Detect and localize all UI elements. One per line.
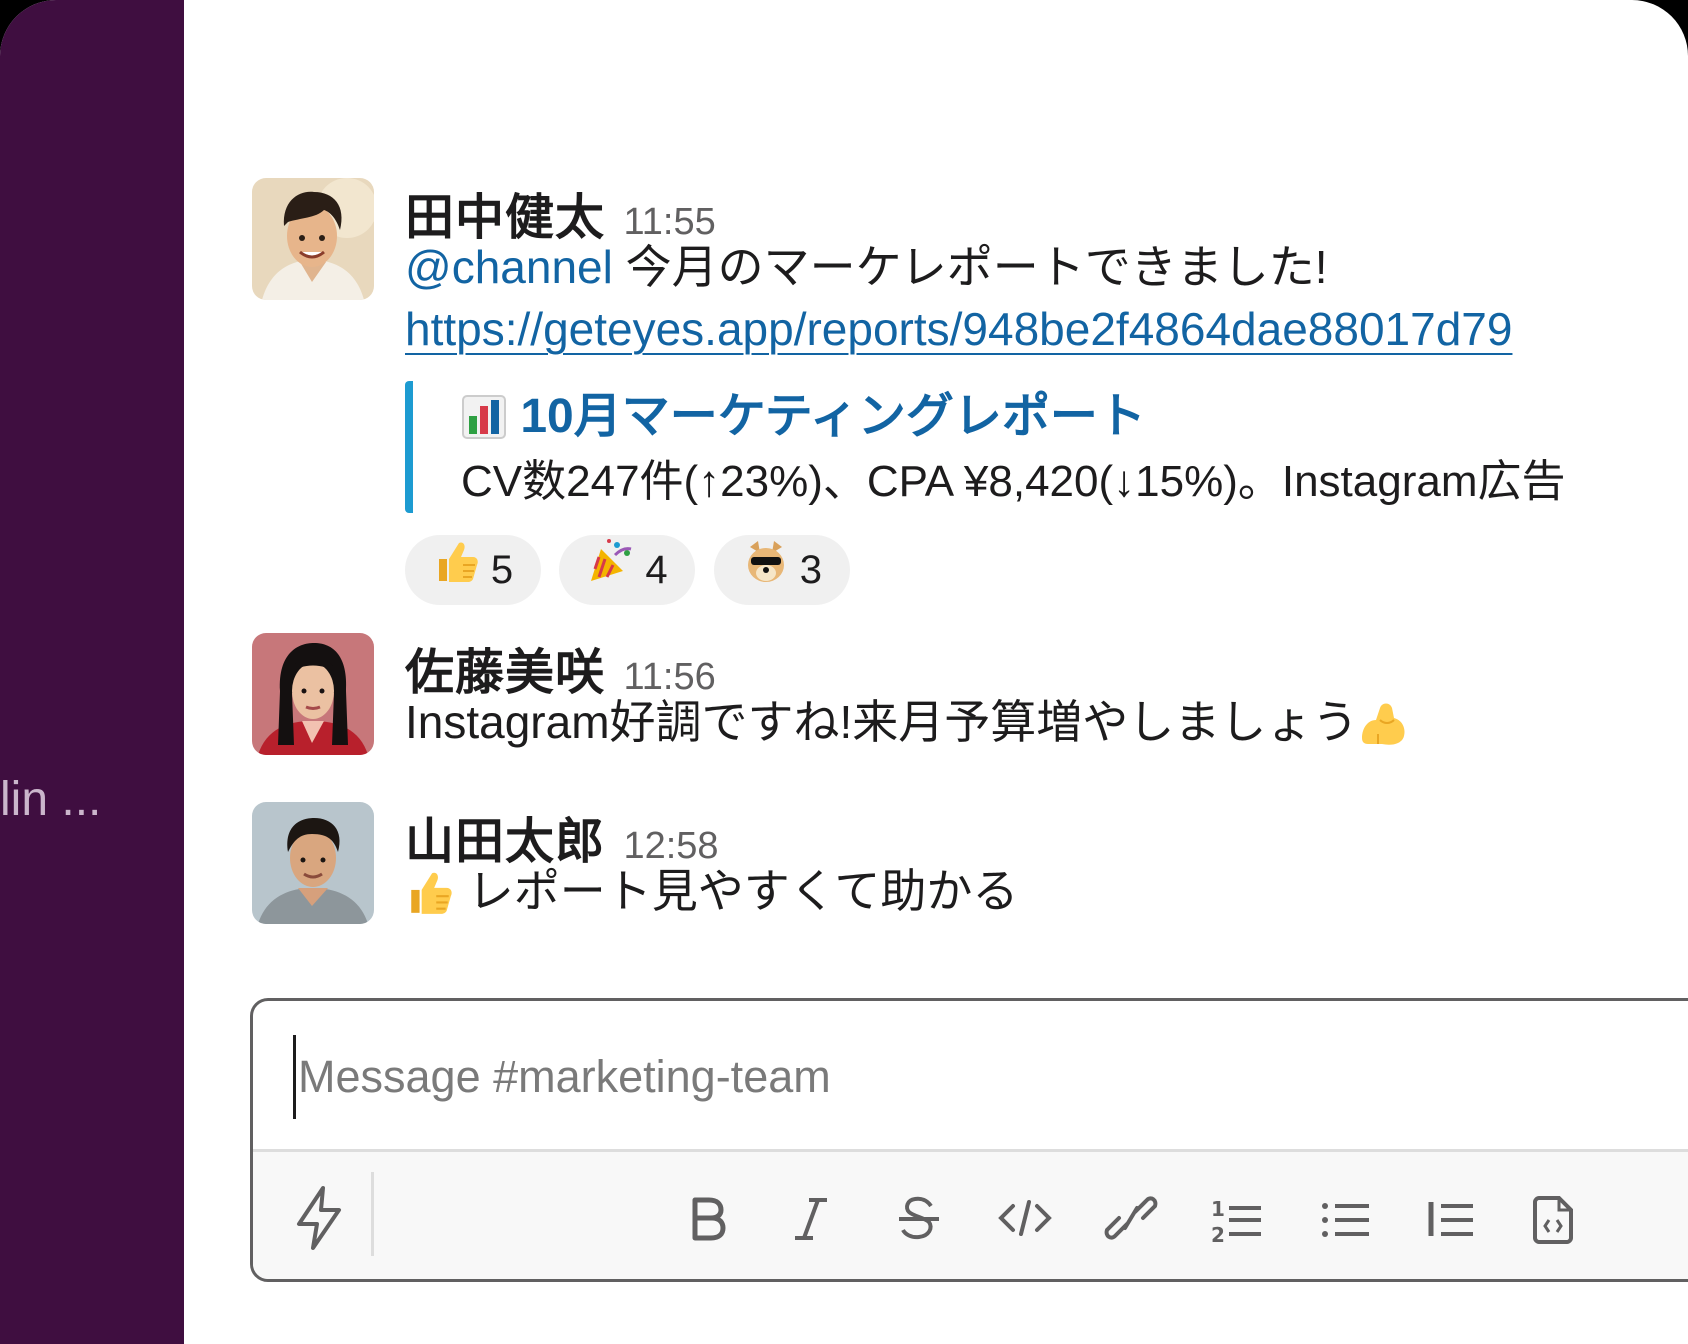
italic-icon: [795, 1198, 827, 1240]
thumbs-up-icon: [433, 537, 481, 607]
reactions: 5 4 3: [405, 535, 864, 605]
ordered-list-button[interactable]: 1 2: [1207, 1178, 1267, 1258]
channel-mention[interactable]: @channel: [405, 241, 613, 293]
message-text-content: Instagram好調ですね!来月予算増やしましょう: [405, 696, 1359, 748]
avatar-yamada[interactable]: [252, 802, 374, 924]
link-preview-title-row[interactable]: 10月マーケティングレポート: [461, 385, 1688, 451]
blockquote-icon: [1428, 1202, 1473, 1236]
message-yamada: 山田太郎 12:58 レポート見やすくて助かる: [252, 802, 1688, 932]
italic-button[interactable]: [781, 1178, 841, 1258]
message-sato: 佐藤美咲 11:56 Instagram好調ですね!来月予算増やしましょう: [252, 633, 1688, 763]
thumbs-up-icon: [405, 864, 455, 926]
shortcuts-button[interactable]: [289, 1178, 349, 1258]
message-text: Instagram好調ですね!来月予算増やしましょう: [405, 691, 1408, 757]
bulleted-list-icon: [1322, 1203, 1369, 1237]
sidebar: lin ...: [0, 0, 184, 1344]
code-icon: [998, 1200, 1052, 1236]
report-link[interactable]: https://geteyes.app/reports/948be2f4864d…: [405, 303, 1512, 355]
code-button[interactable]: [995, 1178, 1055, 1258]
reaction-thumbs-up[interactable]: 5: [405, 535, 541, 605]
bulleted-list-button[interactable]: [1315, 1178, 1375, 1258]
link-preview-description: CV数247件(↑23%)、CPA ¥8,420(↓15%)。Instagram…: [461, 457, 1566, 507]
message-input[interactable]: Message #marketing-team: [293, 1035, 1688, 1119]
message-text-content: レポート見やすくて助かる: [455, 865, 1019, 917]
link-icon: [1104, 1196, 1158, 1240]
message-composer: Message #marketing-team 1 2: [250, 998, 1688, 1282]
svg-text:2: 2: [1211, 1223, 1225, 1247]
doge-sunglasses-icon: [742, 537, 790, 607]
reaction-count: 3: [799, 548, 823, 592]
svg-text:1: 1: [1211, 1197, 1225, 1221]
avatar-tanaka[interactable]: [252, 178, 374, 300]
strikethrough-button[interactable]: [889, 1178, 949, 1258]
reaction-count: 5: [490, 548, 514, 592]
flexed-biceps-icon: [1358, 695, 1408, 757]
reaction-doge[interactable]: 3: [713, 535, 850, 607]
toolbar-divider: [371, 1172, 374, 1256]
code-block-button[interactable]: [1525, 1178, 1585, 1258]
message-text: @channel 今月のマーケレポートできました!: [405, 236, 1327, 298]
message-text: レポート見やすくて助かる: [405, 860, 1018, 926]
link-preview[interactable]: 10月マーケティングレポート CV数247件(↑23%)、CPA ¥8,420(…: [405, 381, 1688, 513]
link-preview-title: 10月マーケティングレポート: [520, 390, 1146, 443]
slack-window: lin ... 田中健太 11:55 @channel 今月のマーケレポートでき…: [0, 0, 1688, 1344]
reaction-party-popper[interactable]: 4: [559, 535, 696, 607]
formatting-toolbar: 1 2: [253, 1149, 1688, 1279]
avatar-sato[interactable]: [252, 633, 374, 755]
message-link-line: https://geteyes.app/reports/948be2f4864d…: [405, 298, 1512, 360]
sidebar-item-truncated[interactable]: lin ...: [0, 770, 101, 830]
bold-button[interactable]: [677, 1178, 737, 1258]
party-popper-icon: [587, 537, 635, 607]
code-block-icon: [1533, 1196, 1573, 1244]
bold-icon: [692, 1197, 726, 1241]
message-text-content: 今月のマーケレポートできました!: [612, 241, 1328, 293]
message-tanaka: 田中健太 11:55 @channel 今月のマーケレポートできました! htt…: [252, 178, 1688, 605]
bar-chart-icon: [461, 387, 507, 451]
reaction-count: 4: [645, 548, 668, 592]
strikethrough-icon: [899, 1196, 939, 1240]
lightning-icon: [297, 1186, 341, 1250]
blockquote-button[interactable]: [1421, 1178, 1481, 1258]
link-button[interactable]: [1101, 1178, 1161, 1258]
ordered-list-icon: 1 2: [1211, 1197, 1261, 1247]
